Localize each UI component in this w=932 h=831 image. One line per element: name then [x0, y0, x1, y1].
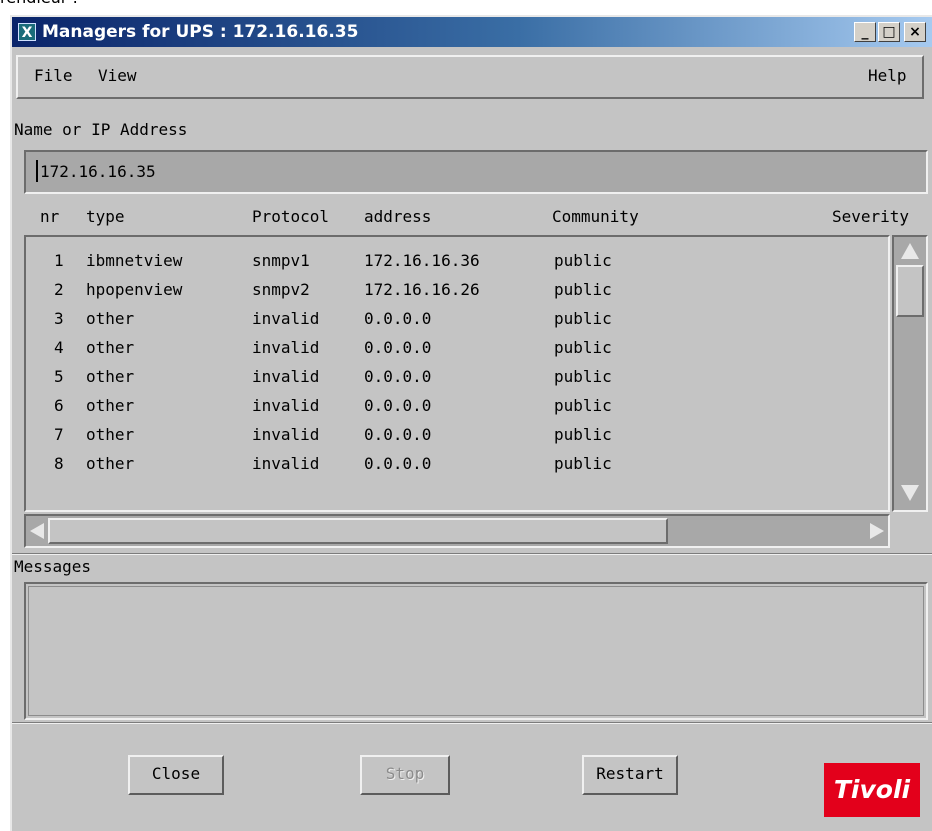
managers-window: X Managers for UPS : 172.16.16.35 _ □ × … — [10, 15, 932, 831]
minimize-button[interactable]: _ — [854, 22, 876, 42]
table-row[interactable]: 8 other invalid 0.0.0.0 public — [26, 449, 888, 478]
window-title: Managers for UPS : 172.16.16.35 — [42, 22, 359, 42]
cell-type: other — [86, 309, 135, 328]
address-label: Name or IP Address — [14, 120, 188, 139]
title-bar[interactable]: X Managers for UPS : 172.16.16.35 _ □ × — [12, 17, 932, 47]
cell-type: other — [86, 338, 135, 357]
minimize-icon: _ — [861, 24, 869, 40]
address-input[interactable]: 172.16.16.35 — [24, 150, 928, 194]
cell-type: other — [86, 454, 135, 473]
messages-content — [28, 586, 924, 716]
divider — [12, 722, 932, 724]
scroll-right-icon[interactable] — [870, 523, 884, 539]
cell-nr: 7 — [54, 425, 64, 444]
cell-address: 172.16.16.26 — [364, 280, 480, 299]
messages-area[interactable] — [24, 582, 928, 720]
col-header-address: address — [364, 207, 432, 226]
cell-nr: 4 — [54, 338, 64, 357]
cell-nr: 5 — [54, 367, 64, 386]
stop-button[interactable]: Stop — [360, 755, 450, 795]
cell-address: 0.0.0.0 — [364, 367, 432, 386]
cell-community: public — [554, 309, 612, 328]
col-header-type: type — [86, 207, 125, 226]
cell-protocol: snmpv1 — [252, 251, 310, 270]
cell-community: public — [554, 425, 612, 444]
col-header-protocol: Protocol — [252, 207, 330, 226]
menu-help[interactable]: Help — [868, 66, 907, 85]
cell-nr: 8 — [54, 454, 64, 473]
vertical-scroll-thumb[interactable] — [896, 265, 924, 317]
cell-type: ibmnetview — [86, 251, 183, 270]
cell-community: public — [554, 251, 612, 270]
cell-type: hpopenview — [86, 280, 183, 299]
restart-button[interactable]: Restart — [582, 755, 678, 795]
table-row[interactable]: 5 other invalid 0.0.0.0 public — [26, 362, 888, 391]
cell-type: other — [86, 396, 135, 415]
menu-bar: File View Help — [16, 55, 924, 99]
cell-community: public — [554, 454, 612, 473]
menu-file[interactable]: File — [34, 66, 73, 85]
managers-list[interactable]: 1 ibmnetview snmpv1 172.16.16.36 public … — [24, 235, 890, 512]
table-row[interactable]: 4 other invalid 0.0.0.0 public — [26, 333, 888, 362]
table-row[interactable]: 1 ibmnetview snmpv1 172.16.16.36 public — [26, 246, 888, 275]
col-header-community: Community — [552, 207, 639, 226]
table-row[interactable]: 2 hpopenview snmpv2 172.16.16.26 public — [26, 275, 888, 304]
text-caret — [36, 160, 38, 182]
messages-label: Messages — [14, 557, 92, 576]
divider — [12, 553, 932, 555]
close-button[interactable]: Close — [128, 755, 224, 795]
vertical-scrollbar[interactable] — [892, 235, 928, 512]
cell-address: 0.0.0.0 — [364, 309, 432, 328]
cell-address: 0.0.0.0 — [364, 454, 432, 473]
horizontal-scrollbar[interactable] — [24, 514, 890, 548]
col-header-severity: Severity — [832, 207, 910, 226]
maximize-button[interactable]: □ — [878, 22, 900, 42]
menu-view[interactable]: View — [98, 66, 137, 85]
cell-community: public — [554, 280, 612, 299]
horizontal-scroll-thumb[interactable] — [48, 518, 668, 544]
table-row[interactable]: 6 other invalid 0.0.0.0 public — [26, 391, 888, 420]
cell-nr: 6 — [54, 396, 64, 415]
address-value[interactable]: 172.16.16.35 — [40, 162, 156, 181]
maximize-icon: □ — [882, 24, 896, 40]
close-icon: × — [909, 24, 921, 40]
tivoli-logo: Tivoli — [824, 763, 920, 817]
scroll-down-icon[interactable] — [901, 485, 919, 501]
cell-type: other — [86, 425, 135, 444]
cell-community: public — [554, 367, 612, 386]
close-window-button[interactable]: × — [904, 22, 926, 42]
scroll-up-icon[interactable] — [901, 243, 919, 259]
table-row[interactable]: 7 other invalid 0.0.0.0 public — [26, 420, 888, 449]
cell-address: 0.0.0.0 — [364, 338, 432, 357]
cell-protocol: invalid — [252, 309, 320, 328]
col-header-nr: nr — [40, 207, 60, 226]
page-text-fragment: rendieur : — [0, 0, 78, 8]
cell-address: 0.0.0.0 — [364, 425, 432, 444]
cell-nr: 2 — [54, 280, 64, 299]
cell-type: other — [86, 367, 135, 386]
table-row[interactable]: 3 other invalid 0.0.0.0 public — [26, 304, 888, 333]
cell-nr: 1 — [54, 251, 64, 270]
scroll-left-icon[interactable] — [30, 523, 44, 539]
cell-address: 172.16.16.36 — [364, 251, 480, 270]
cell-community: public — [554, 396, 612, 415]
cell-community: public — [554, 338, 612, 357]
cell-protocol: invalid — [252, 338, 320, 357]
cell-nr: 3 — [54, 309, 64, 328]
x-app-icon[interactable]: X — [18, 23, 36, 41]
cell-protocol: invalid — [252, 425, 320, 444]
cell-protocol: snmpv2 — [252, 280, 310, 299]
cell-protocol: invalid — [252, 454, 320, 473]
cell-protocol: invalid — [252, 396, 320, 415]
cell-protocol: invalid — [252, 367, 320, 386]
cell-address: 0.0.0.0 — [364, 396, 432, 415]
